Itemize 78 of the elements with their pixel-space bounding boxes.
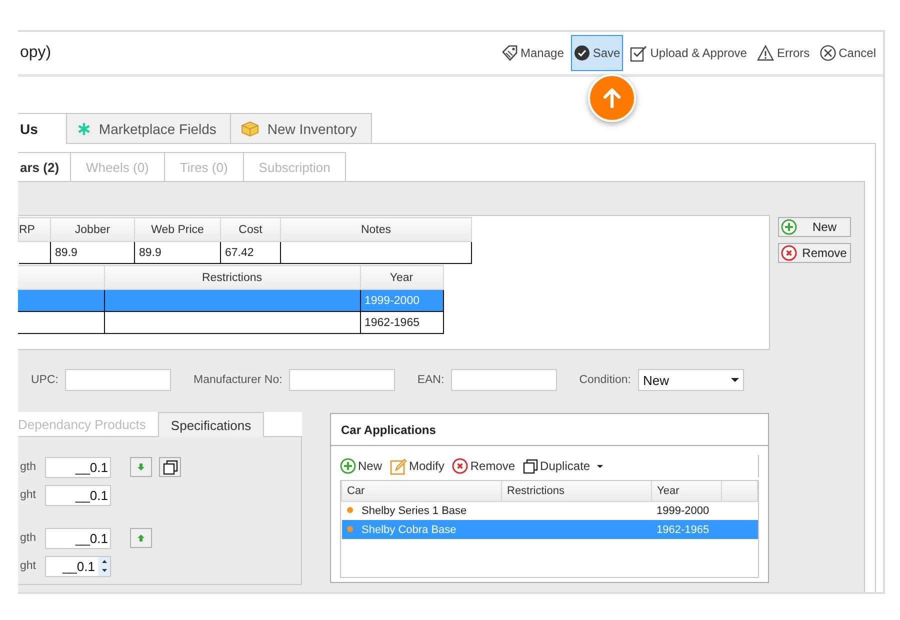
tab[interactable]: New Inventory bbox=[230, 113, 372, 143]
toolbar-button[interactable]: Save bbox=[570, 35, 624, 71]
table-cell: 1999-2000 bbox=[360, 290, 443, 312]
input-field[interactable] bbox=[65, 369, 172, 391]
tag-icon bbox=[500, 45, 518, 61]
up-arrow-badge[interactable] bbox=[588, 74, 636, 122]
column-header: Web Price bbox=[134, 218, 220, 242]
toolbar-button[interactable]: Duplicate bbox=[523, 458, 604, 474]
column-header: Year bbox=[652, 481, 722, 501]
warning-icon bbox=[756, 45, 774, 61]
check-circle-icon bbox=[574, 45, 590, 61]
car-name: Shelby Cobra Base bbox=[362, 524, 456, 536]
move-up-button[interactable] bbox=[130, 528, 152, 548]
toolbar-button[interactable]: Errors bbox=[754, 35, 813, 71]
column-header: Jobber bbox=[50, 218, 134, 242]
side-button[interactable]: New bbox=[778, 217, 851, 237]
asterisk-icon bbox=[76, 122, 91, 136]
pencil-icon bbox=[390, 458, 408, 474]
field-label: UPC: bbox=[31, 374, 58, 386]
up-caret-icon bbox=[102, 560, 106, 563]
tab[interactable]: Specifications bbox=[158, 412, 264, 437]
table-row[interactable]: Shelby Series 1 Base 1999-2000 bbox=[342, 501, 758, 520]
box-icon bbox=[241, 120, 260, 136]
tab[interactable]: Marketplace Fields bbox=[66, 113, 232, 143]
input-field[interactable] bbox=[451, 369, 558, 391]
table-cell: 1962-1965 bbox=[652, 520, 722, 539]
number-field[interactable]: __0.1 bbox=[45, 556, 111, 576]
condition-dropdown[interactable]: New bbox=[638, 369, 744, 391]
table-cell: 89.9 bbox=[134, 242, 220, 264]
checkbox-icon bbox=[630, 44, 648, 62]
toolbar-button[interactable]: Remove bbox=[452, 458, 516, 474]
side-button[interactable]: Remove bbox=[778, 243, 851, 263]
down-caret-icon bbox=[102, 569, 106, 572]
field-label: gth bbox=[20, 532, 37, 544]
column-header: Restrictions bbox=[104, 266, 360, 290]
number-field[interactable]: __0.1 bbox=[45, 528, 111, 548]
toolbar-button[interactable]: Modify bbox=[390, 458, 444, 474]
column-header: Cost bbox=[220, 218, 280, 242]
number-field[interactable]: __0.1 bbox=[45, 484, 111, 506]
toolbar-button[interactable]: New bbox=[340, 458, 382, 474]
field-label: Manufacturer No: bbox=[193, 374, 282, 386]
plus-circle-icon bbox=[781, 219, 797, 235]
x-circle-icon bbox=[781, 245, 797, 261]
column-header: Year bbox=[360, 266, 443, 290]
copy-icon bbox=[162, 460, 178, 474]
car-name: Shelby Series 1 Base bbox=[362, 504, 467, 517]
plus-circle-icon bbox=[340, 458, 356, 474]
down-arrow-icon bbox=[137, 463, 145, 471]
column-header: Car bbox=[342, 481, 502, 501]
field-label: Condition: bbox=[579, 374, 631, 386]
move-down-button[interactable] bbox=[130, 457, 152, 477]
table-cell: 67.42 bbox=[220, 242, 280, 264]
up-arrow-icon bbox=[603, 88, 621, 108]
column-header: Restrictions bbox=[502, 481, 652, 501]
table-cell: 89.9 bbox=[50, 242, 134, 264]
window-title: opy) bbox=[20, 44, 52, 62]
field-label: EAN: bbox=[417, 374, 444, 386]
column-header: RP bbox=[18, 218, 50, 242]
field-label: ght bbox=[20, 489, 37, 501]
number-field[interactable]: __0.1 bbox=[45, 456, 111, 478]
copy-icon bbox=[523, 458, 538, 474]
panel-title: Car Applications bbox=[331, 414, 768, 446]
field-label: ght bbox=[20, 560, 37, 572]
field-label: gth bbox=[20, 461, 37, 473]
toolbar-button[interactable]: Upload & Approve bbox=[627, 35, 750, 71]
toolbar-button[interactable]: Cancel bbox=[816, 35, 879, 71]
up-arrow-icon bbox=[137, 534, 145, 542]
table-cell: 1962-1965 bbox=[360, 312, 443, 334]
status-dot bbox=[346, 506, 352, 513]
close-icon bbox=[820, 45, 836, 61]
tab[interactable]: Us bbox=[18, 113, 67, 144]
status-dot bbox=[346, 526, 352, 532]
table-cell: 1999-2000 bbox=[652, 501, 722, 520]
copy-button[interactable] bbox=[159, 457, 181, 477]
toolbar-button[interactable]: Manage bbox=[498, 35, 567, 71]
input-field[interactable] bbox=[289, 369, 396, 391]
x-circle-icon bbox=[452, 458, 468, 474]
column-header: Notes bbox=[280, 218, 472, 242]
